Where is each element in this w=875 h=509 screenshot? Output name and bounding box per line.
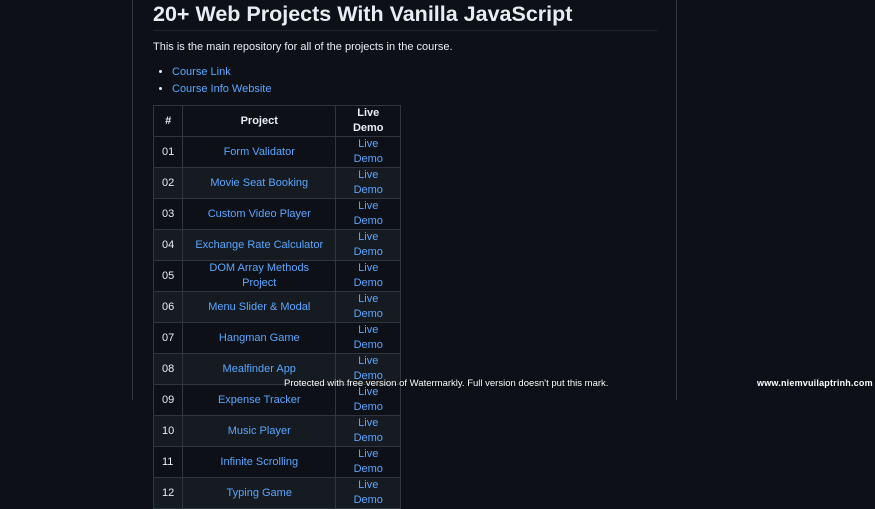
project-cell: Form Validator: [182, 136, 337, 168]
table-row: 06 Menu Slider & Modal Live Demo: [152, 291, 402, 323]
table-row: 01 Form Validator Live Demo: [152, 136, 402, 168]
row-number: 02: [152, 167, 184, 199]
live-demo-cell: Live Demo: [335, 384, 402, 416]
row-number: 04: [152, 229, 184, 261]
page-title: 20+ Web Projects With Vanilla JavaScript: [153, 2, 573, 26]
live-demo-link[interactable]: Live Demo: [354, 138, 383, 165]
live-demo-cell: Live Demo: [335, 167, 402, 199]
column-header-live-demo: Live Demo: [335, 105, 402, 137]
table-row: 09 Expense Tracker Live Demo: [152, 384, 402, 416]
project-cell: Infinite Scrolling: [182, 446, 337, 478]
watermark-text: Protected with free version of Watermark…: [284, 378, 609, 389]
live-demo-link[interactable]: Live Demo: [354, 262, 383, 289]
row-number: 05: [152, 260, 184, 292]
row-number: 09: [152, 384, 184, 416]
column-header-project: Project: [182, 105, 337, 137]
project-cell: DOM Array Methods Project: [182, 260, 337, 292]
projects-table: # Project Live Demo 01 Form Validator Live…: [152, 105, 402, 509]
project-link[interactable]: Music Player: [228, 425, 291, 437]
live-demo-cell: Live Demo: [335, 291, 402, 323]
table-row: 07 Hangman Game Live Demo: [152, 322, 402, 354]
row-number: 10: [152, 415, 184, 447]
project-link[interactable]: Custom Video Player: [208, 208, 311, 220]
project-cell: Typing Game: [182, 477, 337, 509]
project-cell: Expense Tracker: [182, 384, 337, 416]
project-cell: Menu Slider & Modal: [182, 291, 337, 323]
project-link[interactable]: Typing Game: [227, 487, 292, 499]
project-link[interactable]: Hangman Game: [219, 332, 300, 344]
live-demo-cell: Live Demo: [335, 136, 402, 168]
project-link[interactable]: Mealfinder App: [223, 363, 296, 375]
live-demo-link[interactable]: Live Demo: [354, 169, 383, 196]
live-demo-cell: Live Demo: [335, 198, 402, 230]
table-row: 02 Movie Seat Booking Live Demo: [152, 167, 402, 199]
table-row: 11 Infinite Scrolling Live Demo: [152, 446, 402, 478]
table-row: 04 Exchange Rate Calculator Live Demo: [152, 229, 402, 261]
table-row: 10 Music Player Live Demo: [152, 415, 402, 447]
readme-content: 20+ Web Projects With Vanilla JavaScript…: [152, 0, 658, 509]
table-row: 12 Typing Game Live Demo: [152, 477, 402, 509]
live-demo-link[interactable]: Live Demo: [354, 231, 383, 258]
live-demo-link[interactable]: Live Demo: [354, 200, 383, 227]
row-number: 08: [152, 353, 184, 385]
table-row: 03 Custom Video Player Live Demo: [152, 198, 402, 230]
live-demo-link[interactable]: Live Demo: [354, 293, 383, 320]
readme-article: 20+ Web Projects With Vanilla JavaScript…: [132, 0, 677, 509]
project-link[interactable]: Movie Seat Booking: [210, 177, 308, 189]
row-number: 07: [152, 322, 184, 354]
live-demo-link[interactable]: Live Demo: [354, 479, 383, 506]
course-links-list: Course Link Course Info Website: [153, 64, 658, 98]
row-number: 06: [152, 291, 184, 323]
live-demo-cell: Live Demo: [335, 415, 402, 447]
row-number: 11: [152, 446, 184, 478]
live-demo-link[interactable]: Live Demo: [354, 324, 383, 351]
row-number: 01: [152, 136, 184, 168]
title-divider: [153, 30, 657, 31]
projects-table-body: 01 Form Validator Live Demo 02 Movie Seat Bo…: [152, 136, 402, 509]
live-demo-cell: Live Demo: [335, 446, 402, 478]
live-demo-cell: Live Demo: [335, 260, 402, 292]
live-demo-cell: Live Demo: [335, 322, 402, 354]
project-cell: Custom Video Player: [182, 198, 337, 230]
project-cell: Music Player: [182, 415, 337, 447]
project-link[interactable]: Menu Slider & Modal: [208, 301, 310, 313]
live-demo-link[interactable]: Live Demo: [354, 417, 383, 444]
intro-text: This is the main repository for all of t…: [153, 41, 453, 53]
project-link[interactable]: Infinite Scrolling: [220, 456, 298, 468]
live-demo-link[interactable]: Live Demo: [354, 448, 383, 475]
row-number: 03: [152, 198, 184, 230]
course-info-website-link[interactable]: Course Info Website: [172, 83, 271, 95]
live-demo-cell: Live Demo: [335, 477, 402, 509]
row-number: 12: [152, 477, 184, 509]
project-cell: Movie Seat Booking: [182, 167, 337, 199]
project-link[interactable]: Exchange Rate Calculator: [195, 239, 323, 251]
project-link[interactable]: Form Validator: [224, 146, 295, 158]
table-row: 05 DOM Array Methods Project Live Demo: [152, 260, 402, 292]
table-header-row: # Project Live Demo: [152, 105, 402, 137]
project-cell: Hangman Game: [182, 322, 337, 354]
live-demo-cell: Live Demo: [335, 229, 402, 261]
list-item: Course Link: [172, 64, 658, 81]
list-item: Course Info Website: [172, 81, 658, 98]
site-watermark: www.niemvuilaptrinh.com: [757, 378, 873, 388]
project-cell: Exchange Rate Calculator: [182, 229, 337, 261]
column-header-number: #: [152, 105, 184, 137]
course-link[interactable]: Course Link: [172, 66, 231, 78]
project-link[interactable]: DOM Array Methods Project: [209, 262, 309, 289]
